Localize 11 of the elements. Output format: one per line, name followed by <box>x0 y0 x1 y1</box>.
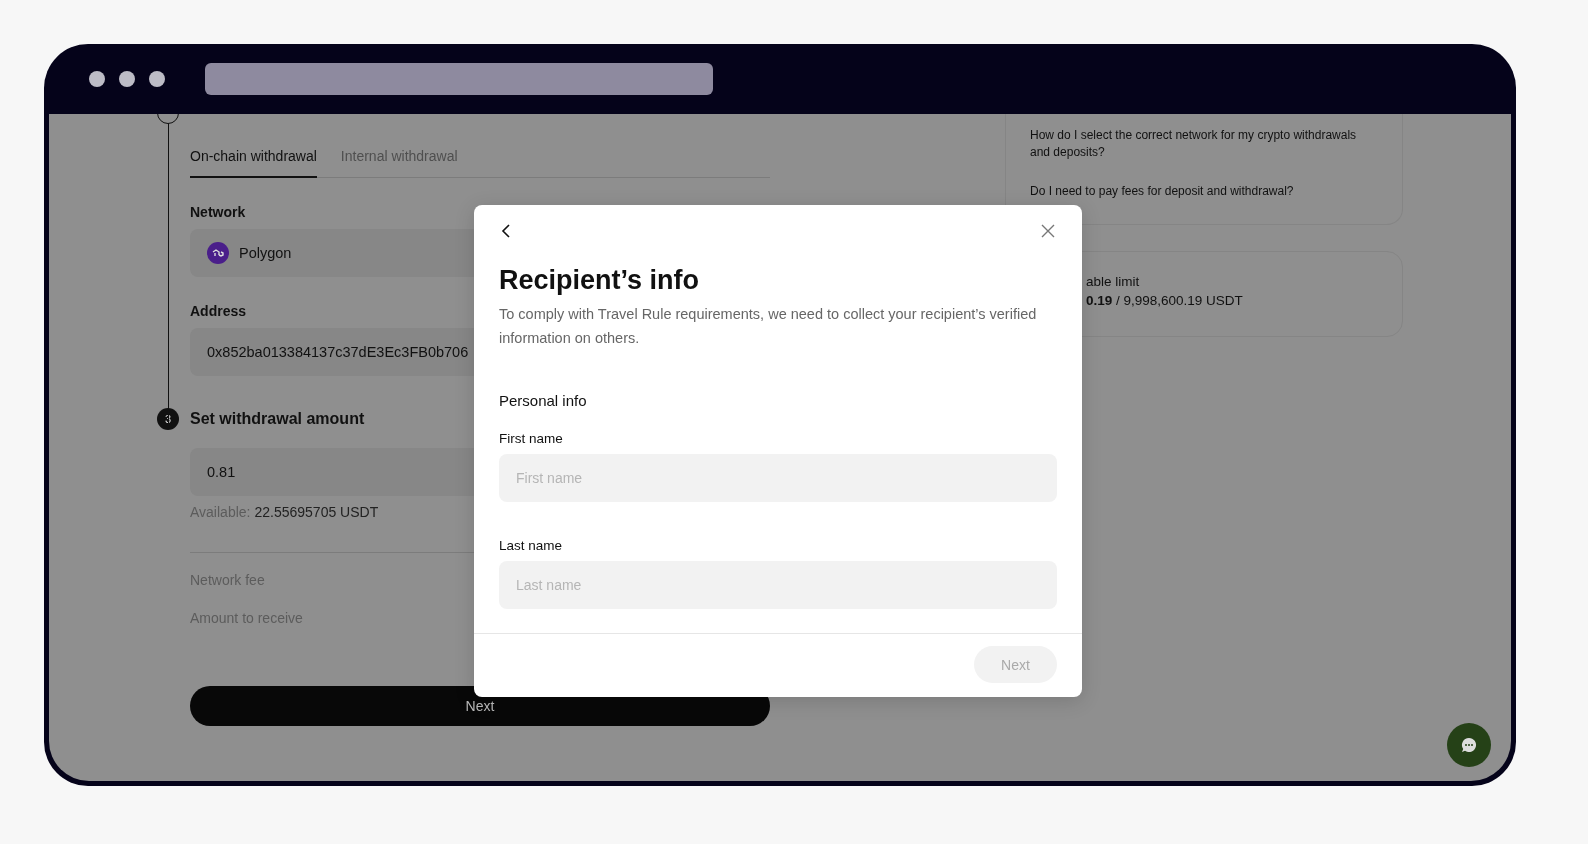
field-label: Address <box>190 303 247 319</box>
limit-label: able limit <box>1086 274 1141 289</box>
field-label: Network <box>190 204 246 220</box>
dialog-description: To comply with Travel Rule requirements, we need to collect your recipient’s verified information on others. <box>499 305 1038 348</box>
section-title: Personal info <box>499 392 588 409</box>
available-value: 22.55695705 USDT <box>254 504 379 520</box>
dialog-title: Recipient’s info <box>499 265 701 296</box>
limit-value: 0.19 / 9,998,600.19 USDT <box>1086 293 1244 308</box>
field-label: First name <box>499 431 564 446</box>
step-title: Set withdrawal amount <box>190 410 365 428</box>
field-label: Last name <box>499 538 564 553</box>
